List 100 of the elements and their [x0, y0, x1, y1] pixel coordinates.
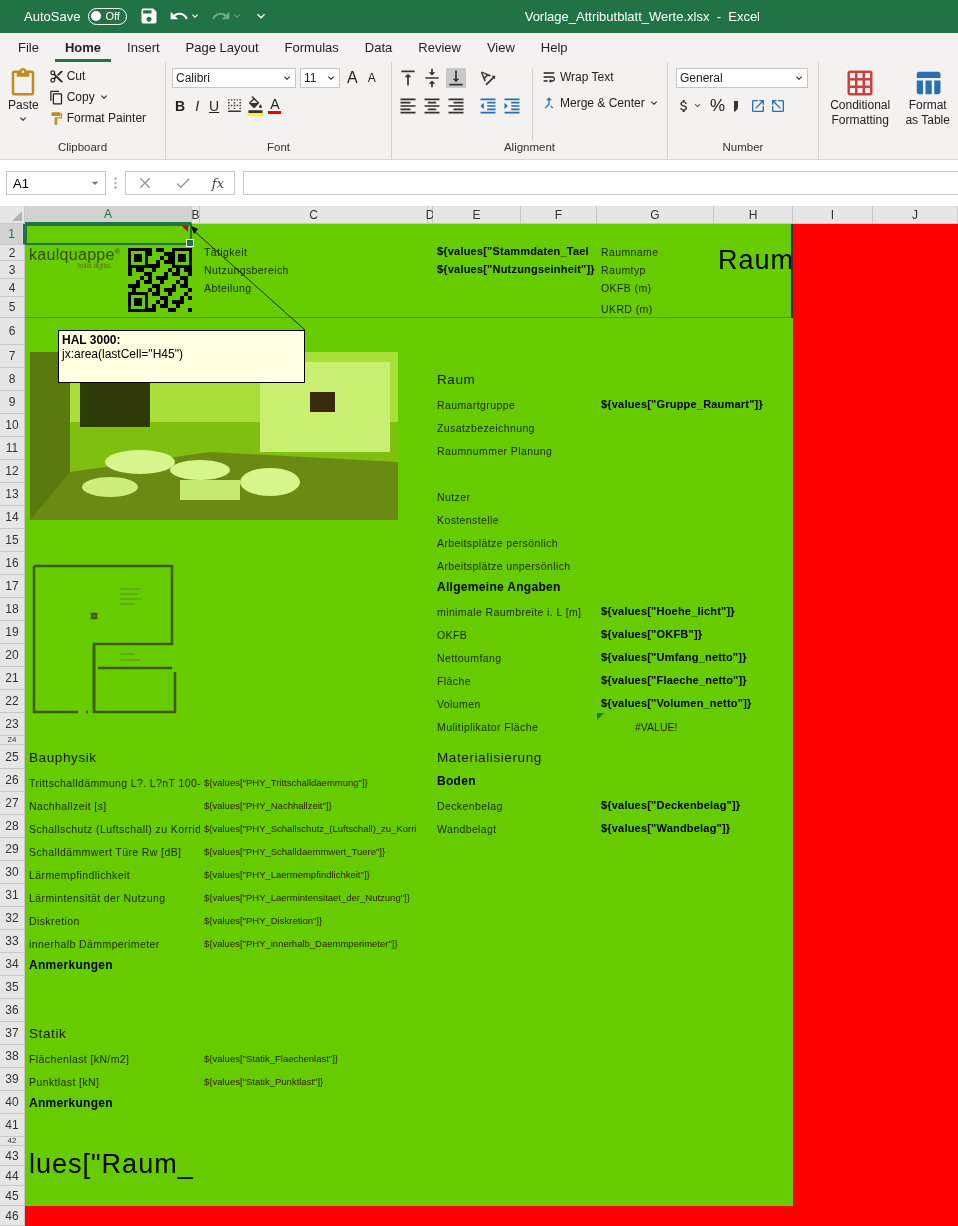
- row-header[interactable]: 34: [0, 953, 25, 976]
- comment-indicator-icon[interactable]: [182, 226, 188, 232]
- column-header[interactable]: A: [25, 206, 192, 224]
- italic-button[interactable]: I: [192, 97, 202, 114]
- row-header[interactable]: 4: [0, 279, 25, 297]
- row-header[interactable]: 45: [0, 1186, 25, 1206]
- row-header[interactable]: 41: [0, 1114, 25, 1137]
- column-header[interactable]: H: [714, 206, 793, 224]
- name-box[interactable]: A1: [6, 171, 106, 196]
- row-header[interactable]: 27: [0, 792, 25, 815]
- insert-function-button[interactable]: fx: [211, 175, 224, 191]
- row-header[interactable]: 22: [0, 690, 25, 713]
- bold-button[interactable]: B: [172, 97, 189, 114]
- font-name-field[interactable]: Calibri: [172, 67, 296, 88]
- align-middle-icon[interactable]: [422, 67, 442, 88]
- ribbon-tab[interactable]: Help: [530, 39, 578, 62]
- row-header[interactable]: 6: [0, 318, 25, 345]
- comma-style-icon[interactable]: [732, 98, 741, 113]
- grow-font-button[interactable]: A: [344, 68, 361, 87]
- fill-handle[interactable]: [186, 239, 194, 247]
- cell-text: ${values["Nutzungseinheit"]}: [436, 263, 596, 278]
- column-header[interactable]: I: [793, 206, 873, 224]
- row-header[interactable]: 20: [0, 644, 25, 667]
- styles-button[interactable]: Conditional Formatting: [825, 67, 896, 160]
- cell-text: OKFB: [436, 628, 469, 643]
- row-header[interactable]: 12: [0, 460, 25, 483]
- font-color-button[interactable]: A: [268, 97, 282, 115]
- autosave-toggle[interactable]: AutoSave Off: [22, 6, 129, 26]
- row-header[interactable]: 26: [0, 769, 25, 792]
- row-header[interactable]: 18: [0, 598, 25, 621]
- copy-button[interactable]: Copy: [46, 88, 149, 106]
- selected-cell[interactable]: [25, 224, 192, 245]
- row-header[interactable]: 16: [0, 552, 25, 575]
- ribbon-tab[interactable]: Insert: [117, 39, 170, 62]
- row-header[interactable]: 37: [0, 1022, 25, 1045]
- merge-center-button[interactable]: Merge & Center: [539, 93, 662, 112]
- row-header[interactable]: 44: [0, 1166, 25, 1186]
- cell-text: lues["Raum_: [28, 1148, 195, 1181]
- fill-color-icon[interactable]: [247, 95, 265, 116]
- column-header[interactable]: J: [873, 206, 958, 224]
- ribbon-tab[interactable]: File: [8, 39, 49, 62]
- row-header[interactable]: 30: [0, 861, 25, 884]
- borders-icon[interactable]: [226, 97, 244, 115]
- row-header[interactable]: 7: [0, 345, 25, 368]
- row-header[interactable]: 17: [0, 575, 25, 598]
- row-header[interactable]: 23: [0, 713, 25, 736]
- row-header[interactable]: 3: [0, 261, 25, 279]
- cell-text: Nachhallzeit [s]: [28, 799, 108, 814]
- row-header[interactable]: 39: [0, 1068, 25, 1091]
- row-header[interactable]: 10: [0, 414, 25, 437]
- wrap-text-button[interactable]: Wrap Text: [539, 67, 662, 86]
- column-header[interactable]: G: [597, 206, 714, 224]
- column-header[interactable]: E: [433, 206, 521, 224]
- row-header[interactable]: 35: [0, 976, 25, 999]
- row-header[interactable]: 28: [0, 815, 25, 838]
- column-header[interactable]: F: [521, 206, 597, 224]
- shrink-font-button[interactable]: A: [364, 70, 379, 85]
- error-indicator-icon[interactable]: [597, 713, 604, 720]
- ribbon-tab[interactable]: Page Layout: [175, 39, 269, 62]
- styles-button[interactable]: Format as Table: [899, 67, 956, 160]
- row-header[interactable]: 32: [0, 907, 25, 930]
- scissors-icon[interactable]: [48, 68, 64, 84]
- row-header[interactable]: 25: [0, 745, 25, 769]
- paste-button[interactable]: Paste: [6, 67, 41, 142]
- font-size-field[interactable]: 11: [300, 67, 340, 88]
- percent-button[interactable]: %: [707, 95, 729, 116]
- ribbon-tab[interactable]: Data: [354, 39, 403, 62]
- ribbon-tab[interactable]: Review: [408, 39, 471, 62]
- ribbon-tab[interactable]: View: [476, 39, 525, 62]
- row-header[interactable]: 11: [0, 437, 25, 460]
- number-format-field[interactable]: General: [676, 67, 808, 88]
- underline-button[interactable]: U: [206, 97, 223, 114]
- row-header[interactable]: 5: [0, 297, 25, 318]
- cell-text: ${values["PHY_Laermempfindlichkeit"]}: [203, 870, 371, 883]
- row-header[interactable]: 9: [0, 391, 25, 414]
- align-bottom-icon[interactable]: [446, 67, 466, 88]
- row-header[interactable]: 33: [0, 930, 25, 953]
- row-header[interactable]: 38: [0, 1045, 25, 1068]
- row-header[interactable]: 40: [0, 1091, 25, 1114]
- row-header[interactable]: 2: [0, 245, 25, 261]
- row-header[interactable]: 14: [0, 506, 25, 529]
- row-header[interactable]: 31: [0, 884, 25, 907]
- cell-text: ${values["PHY_Nachhallzeit"]}: [203, 801, 333, 814]
- format-painter-button[interactable]: Format Painter: [46, 109, 149, 127]
- row-header[interactable]: 43: [0, 1146, 25, 1166]
- row-header[interactable]: 21: [0, 667, 25, 690]
- row-header[interactable]: 29: [0, 838, 25, 861]
- cell-text: ${values["Umfang_netto"]}: [600, 651, 748, 666]
- row-header[interactable]: 19: [0, 621, 25, 644]
- row-header[interactable]: 46: [0, 1206, 25, 1226]
- cell-text: Raum: [436, 372, 477, 390]
- cut-button[interactable]: Cut: [46, 67, 149, 85]
- formula-field[interactable]: [243, 171, 958, 196]
- row-header[interactable]: 1: [0, 224, 25, 245]
- row-header[interactable]: 15: [0, 529, 25, 552]
- copy-icon[interactable]: [48, 89, 64, 105]
- row-header[interactable]: 36: [0, 999, 25, 1022]
- row-header[interactable]: 8: [0, 368, 25, 391]
- row-header[interactable]: 13: [0, 483, 25, 506]
- ribbon-tab[interactable]: Formulas: [274, 39, 349, 62]
